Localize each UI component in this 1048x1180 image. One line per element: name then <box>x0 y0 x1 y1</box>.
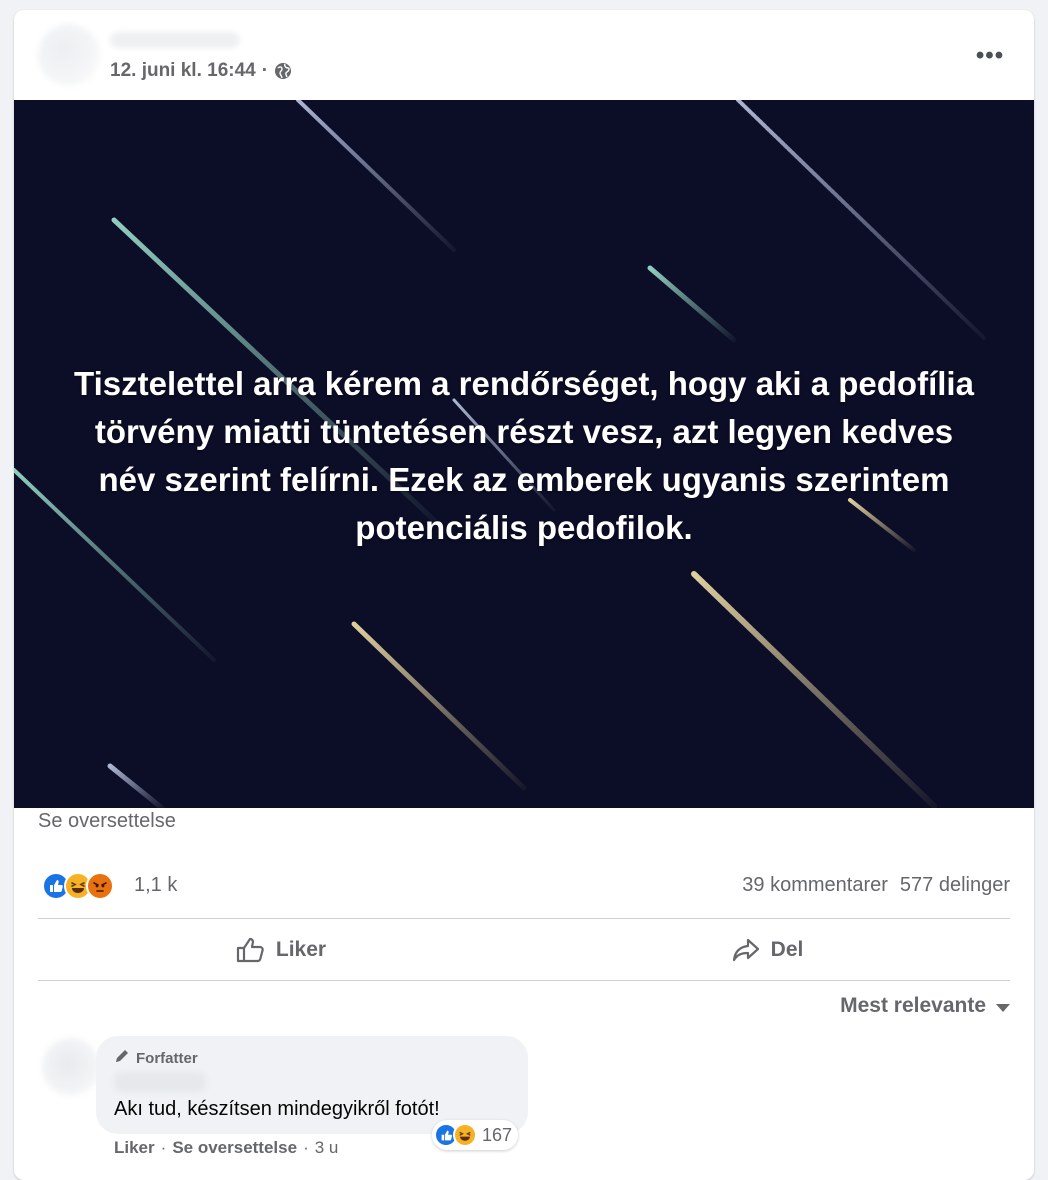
comment-actions: Liker · Se oversettelse · 3 u <box>114 1138 338 1158</box>
angry-icon <box>86 872 114 900</box>
like-button[interactable]: Liker <box>38 920 524 980</box>
reaction-icons[interactable] <box>42 872 114 900</box>
post-image[interactable]: Tisztelettel arra kérem a rendőrséget, h… <box>14 100 1034 808</box>
pencil-icon <box>114 1048 130 1068</box>
author-name-redacted[interactable] <box>110 32 240 48</box>
chevron-down-icon <box>996 1003 1010 1012</box>
author-badge: Forfatter <box>114 1048 198 1068</box>
divider-top <box>38 918 1010 919</box>
like-button-label: Liker <box>275 938 327 961</box>
share-arrow-icon <box>731 937 761 963</box>
comment-like-button[interactable]: Liker <box>114 1138 155 1158</box>
comment-age[interactable]: 3 u <box>315 1138 339 1158</box>
thumbs-up-icon <box>236 936 266 964</box>
post-image-text: Tisztelettel arra kérem a rendőrséget, h… <box>74 365 974 546</box>
share-button-label: Del <box>770 938 804 961</box>
comment-sort-label: Mest relevante <box>840 994 986 1017</box>
comment-reaction-count: 167 <box>482 1124 513 1145</box>
more-options-button[interactable]: ••• <box>970 38 1010 74</box>
haha-icon <box>453 1123 477 1147</box>
comment-text: Akı tud, készítsen mindegyikről fotót! <box>114 1098 440 1120</box>
post-header: 12. juni kl. 16:44 · ••• <box>14 10 1034 100</box>
reaction-summary: 1,1 k 39 kommentarer 577 delinger <box>38 872 1010 902</box>
comment-actions-separator: · <box>160 1138 167 1157</box>
post-actions: Liker Del <box>38 920 1010 980</box>
comment-actions-separator: · <box>303 1138 309 1157</box>
commenter-name-redacted[interactable] <box>114 1072 206 1092</box>
post-card: 12. juni kl. 16:44 · ••• Tisztelettel ar… <box>14 10 1034 1180</box>
share-button[interactable]: Del <box>524 920 1010 980</box>
author-avatar[interactable] <box>38 24 100 86</box>
reaction-count[interactable]: 1,1 k <box>134 874 177 897</box>
shares-count-link[interactable]: 577 delinger <box>900 874 1010 897</box>
globe-icon[interactable] <box>274 62 292 80</box>
post-timestamp[interactable]: 12. juni kl. 16:44 <box>110 60 256 82</box>
comment-reactions[interactable]: 167 <box>432 1120 519 1150</box>
comments-count-link[interactable]: 39 kommentarer <box>742 874 888 897</box>
comment-sort-dropdown[interactable]: Mest relevante <box>840 994 1010 1018</box>
engagement-counts: 39 kommentarer 577 delinger <box>742 874 1010 897</box>
divider-bottom <box>38 980 1010 981</box>
see-translation-link[interactable]: Se oversettelse <box>38 810 176 833</box>
author-badge-label: Forfatter <box>136 1049 198 1067</box>
post-meta: 12. juni kl. 16:44 · <box>110 60 292 82</box>
meta-separator: · <box>261 60 269 81</box>
commenter-avatar[interactable] <box>42 1038 100 1096</box>
comment-see-translation-link[interactable]: Se oversettelse <box>172 1138 297 1158</box>
